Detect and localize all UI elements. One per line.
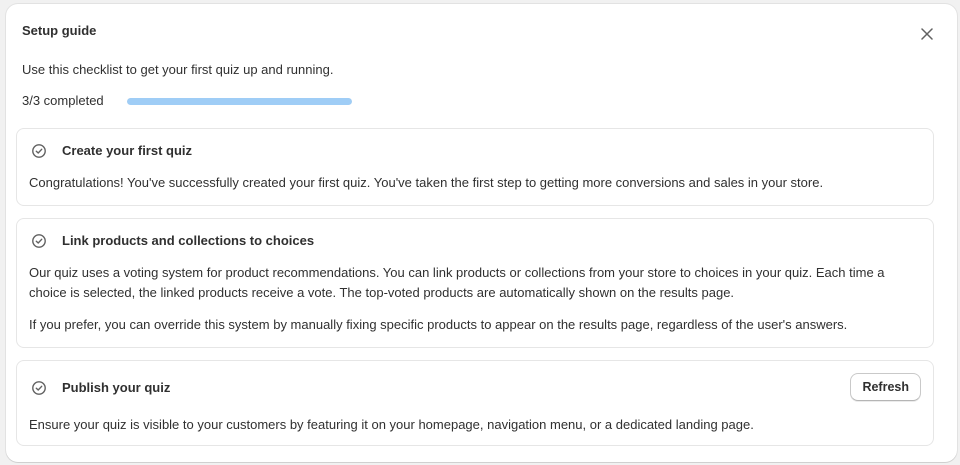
close-button[interactable] (917, 24, 937, 44)
step-body: Our quiz uses a voting system for produc… (29, 263, 921, 335)
step-description: Congratulations! You've successfully cre… (29, 175, 824, 190)
step-body: Congratulations! You've successfully cre… (29, 173, 921, 193)
step-header[interactable]: Publish your quiz Refresh (29, 361, 921, 415)
step-create-quiz: Create your first quiz Congratulations! … (16, 128, 934, 206)
step-description: Ensure your quiz is visible to your cust… (29, 417, 754, 432)
step-publish-quiz: Publish your quiz Refresh Ensure your qu… (16, 360, 934, 446)
setup-guide-header: Setup guide (22, 4, 941, 56)
refresh-button[interactable]: Refresh (850, 373, 921, 401)
step-header[interactable]: Link products and collections to choices (29, 219, 921, 263)
progress-bar (127, 97, 352, 105)
step-title: Link products and collections to choices (62, 233, 315, 248)
step-title: Create your first quiz (62, 143, 193, 158)
step-body: Ensure your quiz is visible to your cust… (29, 415, 921, 435)
check-circle-icon (30, 142, 48, 160)
step-description: Our quiz uses a voting system for produc… (29, 265, 885, 300)
setup-guide-title: Setup guide (22, 23, 97, 38)
check-circle-icon (30, 379, 48, 397)
progress-bar-fill (127, 97, 352, 105)
setup-guide-subtitle: Use this checklist to get your first qui… (22, 62, 334, 77)
step-header[interactable]: Create your first quiz (29, 129, 921, 173)
step-link-products: Link products and collections to choices… (16, 218, 934, 348)
progress-row: 3/3 completed (22, 92, 941, 110)
close-icon (921, 28, 933, 40)
step-description-secondary: If you prefer, you can override this sys… (29, 317, 848, 332)
check-circle-icon (30, 232, 48, 250)
progress-label: 3/3 completed (22, 93, 104, 108)
step-title: Publish your quiz (62, 380, 171, 395)
